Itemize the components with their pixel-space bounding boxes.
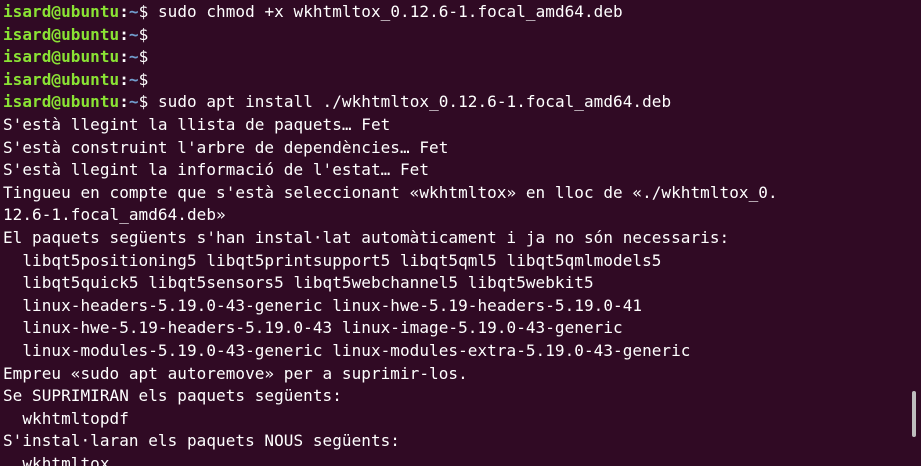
scrollbar-thumb[interactable] <box>912 391 916 437</box>
prompt-symbol: $ <box>138 69 149 89</box>
prompt-user-host: isard@ubuntu <box>3 69 120 89</box>
prompt-path: ~ <box>128 24 139 44</box>
prompt-symbol: $ <box>138 2 149 21</box>
terminal-window[interactable]: isard@ubuntu:~$ sudo chmod +x wkhtmltox_… <box>0 0 921 466</box>
output-line: linux-hwe-5.19-headers-5.19.0-43 linux-i… <box>3 318 623 338</box>
prompt-path: ~ <box>128 92 139 112</box>
prompt-separator: : <box>119 92 129 112</box>
prompt-line: isard@ubuntu:~$ sudo apt install ./wkhtm… <box>3 91 903 114</box>
prompt-line: isard@ubuntu:~$ sudo chmod +x wkhtmltox_… <box>3 1 903 24</box>
output-line: S'està llegint la informació de l'estat…… <box>3 160 430 180</box>
prompt-separator: : <box>119 47 129 67</box>
output-line: Tingueu en compte que s'està seleccionan… <box>3 182 778 202</box>
prompt-line: isard@ubuntu:~$ <box>3 46 903 69</box>
prompt-user-host: isard@ubuntu <box>3 24 120 44</box>
scrollbar[interactable] <box>909 0 921 466</box>
output-line: libqt5positioning5 libqt5printsupport5 l… <box>3 250 662 270</box>
output-line: 12.6-1.focal_amd64.deb» <box>3 205 226 225</box>
output-line: linux-modules-5.19.0-43-generic linux-mo… <box>3 340 691 360</box>
prompt-line: isard@ubuntu:~$ <box>3 69 903 92</box>
output-line: S'està construint l'arbre de dependèncie… <box>3 137 449 157</box>
output-line: wkhtmltox <box>3 453 110 466</box>
output-line: Empreu «sudo apt autoremove» per a supri… <box>3 363 468 383</box>
prompt-path: ~ <box>128 47 139 67</box>
prompt-separator: : <box>119 69 129 89</box>
prompt-user-host: isard@ubuntu <box>3 47 120 67</box>
prompt-path: ~ <box>128 69 139 89</box>
prompt-user-host: isard@ubuntu <box>3 92 120 112</box>
prompt-line: isard@ubuntu:~$ <box>3 24 903 47</box>
prompt-symbol: $ <box>138 47 149 67</box>
terminal-output[interactable]: isard@ubuntu:~$ sudo chmod +x wkhtmltox_… <box>3 1 903 466</box>
prompt-symbol: $ <box>138 24 149 44</box>
output-line: wkhtmltopdf <box>3 408 129 428</box>
prompt-symbol: $ <box>138 92 149 112</box>
prompt-path: ~ <box>128 2 139 21</box>
prompt-user-host: isard@ubuntu <box>3 2 120 21</box>
output-line: S'està llegint la llista de paquets… Fet <box>3 114 391 134</box>
prompt-separator: : <box>119 2 129 21</box>
output-line: linux-headers-5.19.0-43-generic linux-hw… <box>3 295 643 315</box>
prompt-separator: : <box>119 24 129 44</box>
command-text: sudo chmod +x wkhtmltox_0.12.6-1.focal_a… <box>148 2 623 21</box>
output-line: El paquets següents s'han instal·lat aut… <box>3 227 730 247</box>
command-text: sudo apt install ./wkhtmltox_0.12.6-1.fo… <box>148 92 672 112</box>
output-line: libqt5quick5 libqt5sensors5 libqt5webcha… <box>3 273 594 293</box>
output-line: S'instal·laran els paquets NOUS següents… <box>3 431 400 451</box>
output-line: Se SUPRIMIRAN els paquets següents: <box>3 386 342 406</box>
